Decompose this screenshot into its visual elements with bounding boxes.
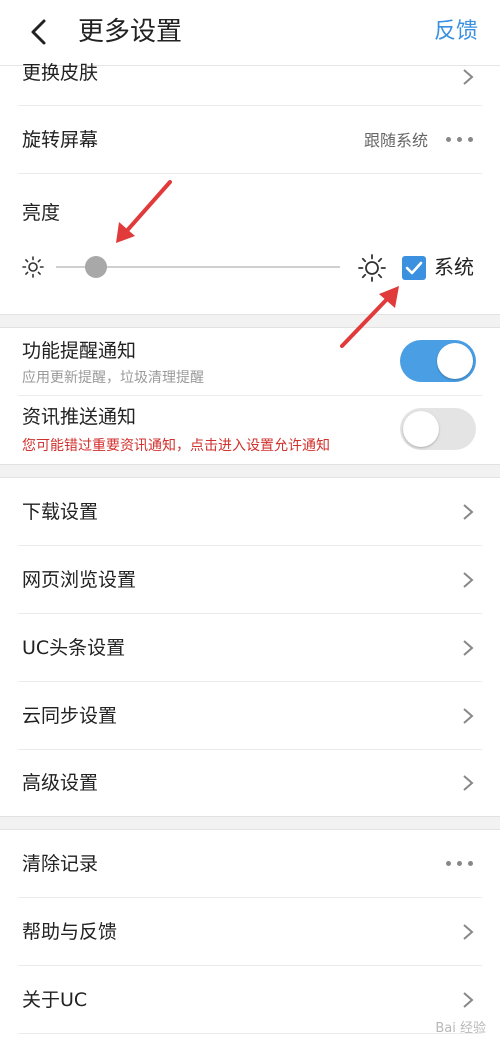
watermark: Bai 经验 xyxy=(435,1021,486,1036)
annotation-arrow-icon xyxy=(116,180,172,243)
annotation-arrow-icon xyxy=(340,286,399,348)
annotation-arrows xyxy=(116,180,399,348)
